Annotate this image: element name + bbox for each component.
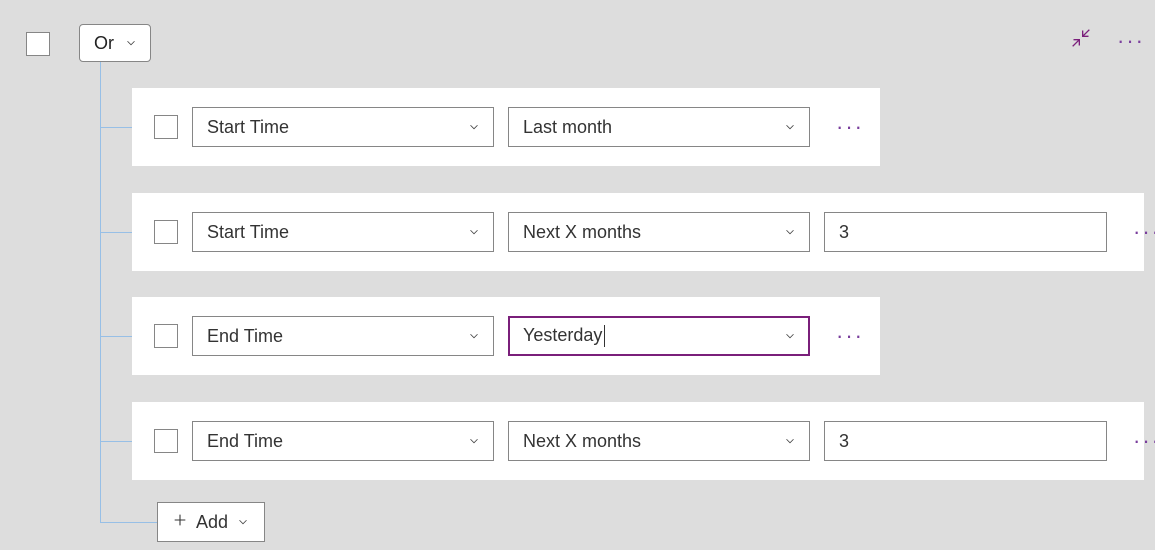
- field-value: Start Time: [207, 222, 289, 243]
- chevron-down-icon: [783, 434, 797, 448]
- operator-dropdown[interactable]: Yesterday: [508, 316, 810, 356]
- row-more-menu[interactable]: ···: [1133, 428, 1155, 454]
- field-value: Start Time: [207, 117, 289, 138]
- collapse-icon[interactable]: [1071, 28, 1091, 53]
- plus-icon: [172, 512, 188, 533]
- chevron-down-icon: [467, 225, 481, 239]
- chevron-down-icon: [467, 434, 481, 448]
- tree-connector-horizontal: [100, 441, 132, 442]
- row-select-checkbox[interactable]: [154, 429, 178, 453]
- row-more-menu[interactable]: ···: [836, 114, 864, 140]
- tree-connector-horizontal: [100, 336, 132, 337]
- value-text: 3: [839, 222, 849, 243]
- field-value: End Time: [207, 326, 283, 347]
- group-more-menu[interactable]: ···: [1117, 30, 1145, 52]
- chevron-down-icon: [236, 515, 250, 529]
- chevron-down-icon: [783, 120, 797, 134]
- tree-connector-vertical: [100, 62, 101, 522]
- chevron-down-icon: [783, 225, 797, 239]
- chevron-down-icon: [124, 36, 138, 50]
- row-select-checkbox[interactable]: [154, 115, 178, 139]
- tree-connector-horizontal: [100, 232, 132, 233]
- operator-dropdown[interactable]: Next X months: [508, 421, 810, 461]
- add-button-label: Add: [196, 512, 228, 533]
- chevron-down-icon: [467, 329, 481, 343]
- operator-value: Next X months: [523, 222, 641, 243]
- tree-connector-horizontal: [100, 127, 132, 128]
- row-select-checkbox[interactable]: [154, 324, 178, 348]
- field-dropdown[interactable]: Start Time: [192, 107, 494, 147]
- field-value: End Time: [207, 431, 283, 452]
- field-dropdown[interactable]: End Time: [192, 316, 494, 356]
- group-select-checkbox[interactable]: [26, 32, 50, 56]
- value-text: 3: [839, 431, 849, 452]
- field-dropdown[interactable]: End Time: [192, 421, 494, 461]
- row-more-menu[interactable]: ···: [836, 323, 864, 349]
- tree-connector-horizontal: [100, 522, 157, 523]
- row-select-checkbox[interactable]: [154, 220, 178, 244]
- condition-row: End Time Next X months 3 ···: [132, 402, 1144, 480]
- condition-row: Start Time Next X months 3 ···: [132, 193, 1144, 271]
- row-more-menu[interactable]: ···: [1133, 219, 1155, 245]
- value-input[interactable]: 3: [824, 421, 1107, 461]
- operator-value: Yesterday: [523, 325, 605, 347]
- group-operator-label: Or: [94, 33, 114, 54]
- add-condition-button[interactable]: Add: [157, 502, 265, 542]
- operator-value: Next X months: [523, 431, 641, 452]
- condition-row: Start Time Last month ···: [132, 88, 880, 166]
- operator-dropdown[interactable]: Last month: [508, 107, 810, 147]
- chevron-down-icon: [467, 120, 481, 134]
- operator-value: Last month: [523, 117, 612, 138]
- operator-dropdown[interactable]: Next X months: [508, 212, 810, 252]
- chevron-down-icon: [783, 329, 797, 343]
- value-input[interactable]: 3: [824, 212, 1107, 252]
- field-dropdown[interactable]: Start Time: [192, 212, 494, 252]
- group-operator-dropdown[interactable]: Or: [79, 24, 151, 62]
- condition-row: End Time Yesterday ···: [132, 297, 880, 375]
